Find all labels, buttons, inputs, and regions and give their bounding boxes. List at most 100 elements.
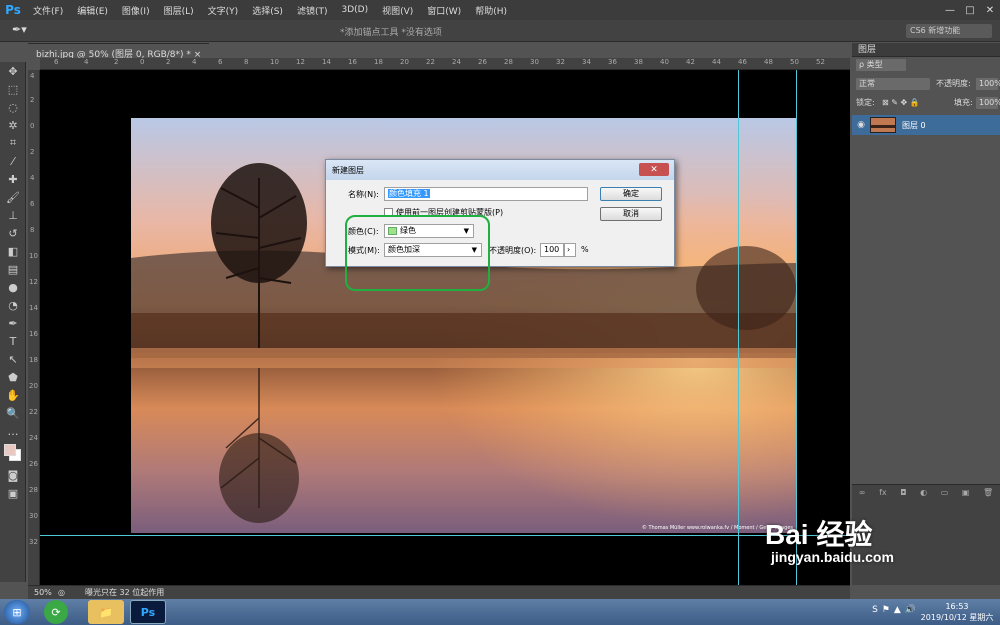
gradient-tool-icon[interactable]: ▤ xyxy=(0,260,26,278)
menu-3d[interactable]: 3D(D) xyxy=(334,5,375,15)
browser-app-icon[interactable]: ⟳ xyxy=(44,600,68,624)
fill-input[interactable]: 100% xyxy=(976,97,1000,109)
fx-icon[interactable]: fx xyxy=(879,488,887,497)
layers-panel: ρ 类型 正常 不透明度: 100% 锁定: ⊠ ✎ ✥ 🔒 填充: 100% … xyxy=(852,57,1000,503)
eyedropper-tool-icon[interactable]: ⁄ xyxy=(0,152,26,170)
clock[interactable]: 16:53 2019/10/12 星期六 xyxy=(920,601,994,623)
lock-icons[interactable]: ⊠ ✎ ✥ 🔒 xyxy=(882,96,920,110)
status-info: 曝光只在 32 位起作用 xyxy=(84,588,165,597)
workspace-select[interactable]: CS6 新增功能 xyxy=(906,24,992,38)
guide-horizontal[interactable] xyxy=(40,535,850,536)
menu-select[interactable]: 选择(S) xyxy=(245,4,290,17)
eraser-tool-icon[interactable]: ◧ xyxy=(0,242,26,260)
ruler-tick-label: 32 xyxy=(29,538,38,546)
more-tools-icon[interactable]: … xyxy=(0,422,26,440)
start-button-icon[interactable]: ⊞ xyxy=(4,600,30,624)
ruler-vertical[interactable]: 4 2 0 2 4 6 8 10 12 14 16 18 20 22 24 26… xyxy=(28,70,40,585)
pen-add-icon[interactable]: ✒▾ xyxy=(12,23,27,36)
adjustment-icon[interactable]: ◐ xyxy=(920,488,927,497)
move-tool-icon[interactable]: ✥ xyxy=(0,62,26,80)
ruler-tick-label: 10 xyxy=(29,252,38,260)
ruler-tick-label: 6 xyxy=(30,200,35,208)
close-window-button[interactable]: ✕ xyxy=(980,0,1000,20)
layer-filter-select[interactable]: ρ 类型 xyxy=(856,59,906,71)
ruler-tick-label: 0 xyxy=(30,122,35,130)
menu-view[interactable]: 视图(V) xyxy=(375,4,420,17)
menu-filter[interactable]: 滤镜(T) xyxy=(290,4,335,17)
menu-image[interactable]: 图像(I) xyxy=(115,4,157,17)
menu-layer[interactable]: 图层(L) xyxy=(157,4,201,17)
stamp-tool-icon[interactable]: ⊥ xyxy=(0,206,26,224)
menu-type[interactable]: 文字(Y) xyxy=(201,4,246,17)
blur-tool-icon[interactable]: ● xyxy=(0,278,26,296)
new-layer-icon[interactable]: ▣ xyxy=(962,488,970,497)
mask-icon[interactable]: ◘ xyxy=(900,488,906,497)
minimize-button[interactable]: — xyxy=(940,0,960,20)
quick-mask-icon[interactable]: ◙ xyxy=(0,466,26,484)
maximize-button[interactable]: □ xyxy=(960,0,980,20)
panel-opacity-label: 不透明度: xyxy=(936,79,971,88)
eye-icon[interactable]: ◉ xyxy=(852,120,870,130)
photoshop-app-icon[interactable]: Ps xyxy=(130,600,166,624)
ruler-tick-label: 4 xyxy=(30,72,35,80)
status-info-icon[interactable]: ◎ xyxy=(58,588,65,597)
name-label: 名称(N): xyxy=(348,190,379,199)
brush-tool-icon[interactable]: 🖌 xyxy=(0,188,26,206)
magic-wand-tool-icon[interactable]: ✲ xyxy=(0,116,26,134)
status-bar: 50% ◎ 曝光只在 32 位起作用 xyxy=(28,585,850,599)
group-icon[interactable]: ▭ xyxy=(941,488,949,497)
cancel-button[interactable]: 取消 xyxy=(600,207,662,221)
zoom-level[interactable]: 50% xyxy=(28,588,58,597)
ruler-tick-label: 2 xyxy=(166,58,171,66)
type-tool-icon[interactable]: T xyxy=(0,332,26,350)
hand-tool-icon[interactable]: ✋ xyxy=(0,386,26,404)
layer-row-selected[interactable]: ◉ 图层 0 xyxy=(852,115,1000,135)
zoom-tool-icon[interactable]: 🔍 xyxy=(0,404,26,422)
menu-window[interactable]: 窗口(W) xyxy=(420,4,468,17)
canvas-area[interactable]: © Thomas Müller www.rolwanka.fv / Moment… xyxy=(40,70,850,585)
path-select-tool-icon[interactable]: ↖ xyxy=(0,350,26,368)
ruler-tick-label: 34 xyxy=(582,58,591,66)
menu-edit[interactable]: 编辑(E) xyxy=(70,4,115,17)
marquee-tool-icon[interactable]: ⬚ xyxy=(0,80,26,98)
layers-panel-tab[interactable]: 图层 xyxy=(852,43,1000,57)
history-brush-tool-icon[interactable]: ↺ xyxy=(0,224,26,242)
layer-name: 图层 0 xyxy=(902,120,926,130)
foreground-color-swatch[interactable] xyxy=(4,444,16,456)
panel-opacity-input[interactable]: 100% xyxy=(976,78,1000,90)
trash-icon[interactable]: 🗑 xyxy=(983,488,993,497)
dialog-titlebar[interactable]: 新建图层 xyxy=(326,160,674,180)
tray-expand-icon[interactable]: ▲ xyxy=(894,605,901,615)
ruler-tick-label: 6 xyxy=(218,58,223,66)
explorer-app-icon[interactable]: 📁 xyxy=(88,600,124,624)
name-input[interactable]: 颜色填充 1 xyxy=(384,187,588,201)
healing-tool-icon[interactable]: ✚ xyxy=(0,170,26,188)
document-tab[interactable]: bizhi.jpg @ 50% (图层 0, RGB/8*) * × xyxy=(28,43,210,60)
opacity-input[interactable]: 100 xyxy=(540,243,564,257)
ime-icon[interactable]: S xyxy=(872,605,878,615)
opacity-unit: % xyxy=(581,245,589,254)
guide-vertical[interactable] xyxy=(796,70,797,585)
ruler-horizontal[interactable]: 6 4 2 0 2 4 6 8 10 12 14 16 18 20 22 24 … xyxy=(40,58,850,70)
screen-mode-icon[interactable]: ▣ xyxy=(0,484,26,502)
guide-vertical[interactable] xyxy=(738,70,739,585)
pen-tool-icon[interactable]: ✒ xyxy=(0,314,26,332)
shape-tool-icon[interactable]: ⬟ xyxy=(0,368,26,386)
volume-icon[interactable]: 🔊 xyxy=(905,605,916,615)
color-swatches[interactable] xyxy=(0,440,26,466)
ruler-tick-label: 30 xyxy=(530,58,539,66)
blend-mode-select[interactable]: 正常 xyxy=(856,78,930,90)
flag-icon[interactable]: ⚑ xyxy=(882,605,890,615)
menu-file[interactable]: 文件(F) xyxy=(26,4,70,17)
ok-button[interactable]: 确定 xyxy=(600,187,662,201)
crop-tool-icon[interactable]: ⌗ xyxy=(0,134,26,152)
dodge-tool-icon[interactable]: ◔ xyxy=(0,296,26,314)
baidu-url: jingyan.baidu.com xyxy=(771,549,894,565)
dialog-close-button[interactable]: ✕ xyxy=(639,163,669,176)
lasso-tool-icon[interactable]: ◌ xyxy=(0,98,26,116)
menu-help[interactable]: 帮助(H) xyxy=(468,4,514,17)
lock-label: 锁定: xyxy=(856,98,875,107)
opacity-stepper-icon[interactable]: › xyxy=(564,243,576,257)
link-layers-icon[interactable]: ∞ xyxy=(859,488,866,497)
ruler-tick-label: 16 xyxy=(348,58,357,66)
